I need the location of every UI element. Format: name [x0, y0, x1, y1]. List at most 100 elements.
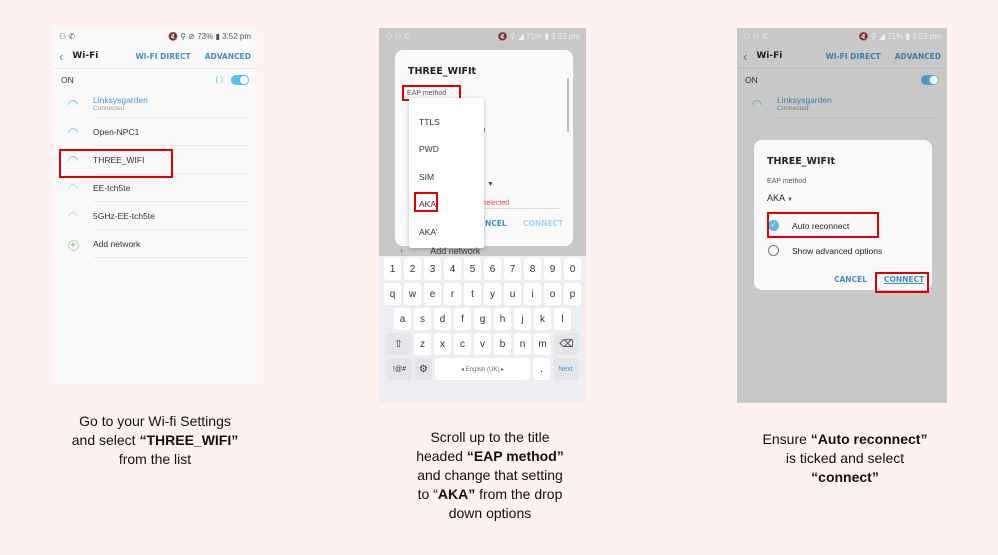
key[interactable]: 6: [484, 258, 501, 280]
screenshot-connect-dialog: ⚇ ⚇ ✆ 🔇 ⚲ ◢ 71% ▮ 3:53 pm ‹ Wi-Fi WI-FI …: [737, 28, 947, 403]
dropdown-option[interactable]: SIM: [409, 163, 484, 191]
keyboard: 1234567890 qwertyuiop asdfghjkl ⇧ z x c v b n m…: [379, 256, 586, 402]
network-item[interactable]: ◠ 5GHz-EE-tch5te: [53, 202, 257, 230]
next-key[interactable]: Next: [553, 358, 578, 380]
key[interactable]: j: [514, 308, 531, 330]
key[interactable]: r: [444, 283, 461, 305]
highlight-box: [767, 212, 879, 238]
cancel-button[interactable]: CANCEL: [834, 275, 867, 284]
key[interactable]: 4: [444, 258, 461, 280]
scanning-icon: ( ): [215, 75, 223, 84]
key[interactable]: o: [544, 283, 561, 305]
key[interactable]: q: [384, 283, 401, 305]
key[interactable]: 5: [464, 258, 481, 280]
app-bar: ‹ Wi-Fi WI-FI DIRECT ADVANCED: [53, 44, 257, 68]
key[interactable]: w: [404, 283, 421, 305]
eap-method-label: EAP method: [767, 178, 807, 185]
space-key[interactable]: ◂ English (UK) ▸: [435, 358, 530, 380]
network-item[interactable]: ◠ Open-NPC1: [53, 118, 257, 146]
screenshot-eap-dropdown: ⚇ ⚇ ✆ 🔇 ⚲ ◢ 71% ▮ 3:53 pm THREE_WIFIt EA…: [379, 28, 586, 402]
unchecked-icon: [768, 245, 779, 256]
screenshot-wifi-list: ⚇ ✆ 🔇 ⚲ ⊘ 73% ▮ 3:52 pm ‹ Wi-Fi WI-FI DI…: [53, 28, 257, 383]
dropdown-arrow-icon: ▼: [487, 181, 494, 188]
key[interactable]: n: [514, 333, 531, 355]
wifi-toggle[interactable]: [921, 74, 939, 85]
show-advanced-checkbox[interactable]: Show advanced options: [768, 245, 882, 256]
key[interactable]: 0: [564, 258, 581, 280]
shift-key[interactable]: ⇧: [386, 333, 411, 355]
key[interactable]: x: [434, 333, 451, 355]
key[interactable]: l: [554, 308, 571, 330]
key[interactable]: m: [534, 333, 551, 355]
network-item[interactable]: ◠ Linksysgarden Connected: [53, 90, 257, 118]
dropdown-arrow-icon: ▼: [787, 197, 793, 203]
key[interactable]: v: [474, 333, 491, 355]
key[interactable]: 9: [544, 258, 561, 280]
key[interactable]: y: [484, 283, 501, 305]
wifi-on-row: ON ( ): [53, 68, 257, 90]
settings-key[interactable]: ⚙: [415, 358, 432, 380]
key[interactable]: z: [414, 333, 431, 355]
key[interactable]: 1: [384, 258, 401, 280]
key[interactable]: b: [494, 333, 511, 355]
key[interactable]: p: [564, 283, 581, 305]
page-title: Wi-Fi: [72, 51, 99, 61]
wifi-direct-button[interactable]: WI-FI DIRECT: [135, 52, 190, 61]
step-1-caption: Go to your Wi-fi Settings and select “TH…: [71, 413, 239, 467]
key[interactable]: i: [524, 283, 541, 305]
back-icon[interactable]: ‹: [743, 49, 747, 64]
add-network-item[interactable]: + Add network: [399, 246, 480, 256]
dialog-title: THREE_WIFIt: [408, 66, 477, 77]
wifi-icon: ◠: [67, 125, 79, 139]
step-2-caption: Scroll up to the title headed “EAP metho…: [416, 429, 564, 521]
plus-icon: +: [399, 246, 405, 256]
key[interactable]: 2: [404, 258, 421, 280]
wifi-lock-icon: ◠: [67, 181, 79, 195]
connect-button[interactable]: CONNECT: [523, 219, 563, 228]
key[interactable]: a: [394, 308, 411, 330]
key[interactable]: t: [464, 283, 481, 305]
page-title: Wi-Fi: [756, 51, 783, 61]
status-bar: ⚇ ⚇ ✆ 🔇 ⚲ ◢ 71% ▮ 3:53 pm: [385, 31, 580, 41]
network-item[interactable]: ◠ EE-tch5te: [53, 174, 257, 202]
wifi-toggle[interactable]: [231, 74, 249, 85]
highlight-box: [59, 149, 173, 178]
advanced-button[interactable]: ADVANCED: [895, 52, 941, 61]
eap-method-select[interactable]: AKA ▼: [767, 193, 793, 203]
error-text: selected: [483, 200, 510, 207]
highlight-box: [414, 192, 438, 212]
step-3-caption: Ensure “Auto reconnect” is ticked and se…: [762, 431, 928, 485]
network-item[interactable]: ◠ Linksysgarden Connected: [737, 90, 947, 118]
back-icon[interactable]: ‹: [59, 49, 63, 64]
key[interactable]: 7: [504, 258, 521, 280]
advanced-button[interactable]: ADVANCED: [205, 52, 251, 61]
key[interactable]: d: [434, 308, 451, 330]
highlight-box: [875, 272, 929, 293]
wifi-direct-button[interactable]: WI-FI DIRECT: [825, 52, 880, 61]
key[interactable]: u: [504, 283, 521, 305]
dropdown-option[interactable]: TTLS: [409, 108, 484, 136]
key[interactable]: g: [474, 308, 491, 330]
dropdown-option[interactable]: PWD: [409, 136, 484, 164]
symbols-key[interactable]: !@#: [387, 358, 412, 380]
key[interactable]: h: [494, 308, 511, 330]
add-network-item[interactable]: + Add network: [53, 230, 257, 258]
wifi-lock-icon: ◠: [67, 97, 79, 111]
wifi-lock-icon: ◠: [67, 209, 79, 223]
eap-method-dropdown: TTLS PWD SIM AKA AKA': [409, 98, 484, 248]
backspace-key[interactable]: ⌫: [554, 333, 579, 355]
app-bar: ‹ Wi-Fi WI-FI DIRECT ADVANCED: [737, 44, 947, 68]
key[interactable]: e: [424, 283, 441, 305]
key[interactable]: f: [454, 308, 471, 330]
cancel-button[interactable]: NCEL: [485, 219, 507, 228]
period-key[interactable]: .: [533, 358, 550, 380]
status-bar: ⚇ ⚇ ✆ 🔇 ⚲ ◢ 71% ▮ 3:53 pm: [743, 31, 941, 41]
key[interactable]: s: [414, 308, 431, 330]
key[interactable]: c: [454, 333, 471, 355]
dropdown-option[interactable]: AKA': [409, 218, 484, 246]
key[interactable]: 8: [524, 258, 541, 280]
wifi-lock-icon: ◠: [751, 97, 763, 111]
key[interactable]: k: [534, 308, 551, 330]
key[interactable]: 3: [424, 258, 441, 280]
scrollbar[interactable]: [567, 78, 569, 132]
